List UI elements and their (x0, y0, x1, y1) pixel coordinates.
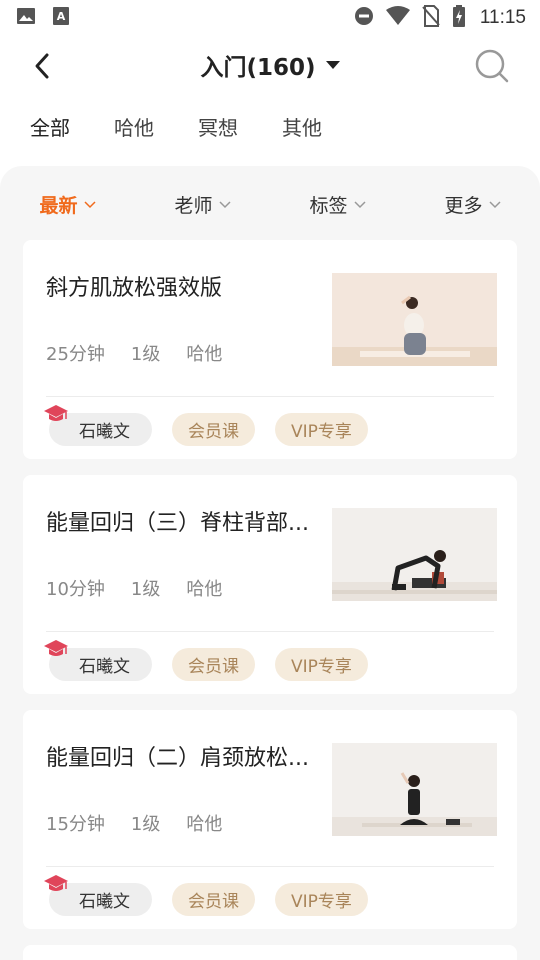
filter-latest[interactable]: 最新 (0, 186, 135, 222)
battery-charging-icon (452, 5, 466, 31)
course-meta: 15分钟 1级 哈他 (46, 810, 222, 836)
teacher-name: 石曦文 (79, 422, 130, 442)
course-duration: 10分钟 (46, 579, 105, 600)
tab-meditation[interactable]: 冥想 (198, 112, 238, 145)
divider (46, 396, 494, 397)
course-title: 斜方肌放松强效版 (46, 276, 223, 301)
tab-other[interactable]: 其他 (282, 112, 322, 145)
course-thumbnail (332, 743, 497, 836)
category-tabs: 全部 哈他 冥想 其他 (30, 112, 366, 145)
course-card-partial[interactable] (23, 945, 517, 960)
member-course-tag: 会员课 (172, 413, 255, 446)
svg-text:A: A (57, 10, 66, 23)
tab-hatha[interactable]: 哈他 (114, 112, 154, 145)
wifi-icon (385, 6, 410, 30)
teacher-name: 石曦文 (79, 892, 130, 912)
caret-down-icon (325, 61, 340, 69)
teacher-tag[interactable]: 石曦文 (44, 875, 152, 916)
course-duration: 15分钟 (46, 814, 105, 835)
course-level: 1级 (130, 344, 161, 365)
do-not-disturb-icon (354, 6, 374, 30)
filter-label: 老师 (174, 194, 213, 217)
filter-teacher[interactable]: 老师 (135, 186, 270, 222)
graduation-cap-icon (44, 405, 68, 421)
course-style: 哈他 (186, 344, 223, 365)
vip-tag: VIP专享 (275, 883, 368, 916)
course-card[interactable]: 能量回归（二）肩颈放松... 15分钟 1级 哈他 石曦文 会员课 VIP专享 (23, 710, 517, 929)
divider (46, 631, 494, 632)
course-list-panel: 最新 老师 标签 更多 斜方肌放松强效版 25分钟 1级 哈他 石曦文 会员课 … (0, 166, 540, 960)
course-card[interactable]: 斜方肌放松强效版 25分钟 1级 哈他 石曦文 会员课 VIP专享 (23, 240, 517, 459)
course-meta: 10分钟 1级 哈他 (46, 575, 222, 601)
chevron-down-icon (353, 201, 366, 209)
clock: 11:15 (479, 7, 526, 28)
graduation-cap-icon (44, 875, 68, 891)
course-style: 哈他 (186, 579, 223, 600)
course-tags: 石曦文 会员课 VIP专享 (44, 640, 368, 681)
filter-tags[interactable]: 标签 (270, 186, 405, 222)
vip-tag: VIP专享 (275, 648, 368, 681)
course-title: 能量回归（三）脊柱背部... (46, 511, 309, 536)
course-thumbnail (332, 273, 497, 366)
vip-tag: VIP专享 (275, 413, 368, 446)
filter-label: 更多 (444, 194, 483, 217)
course-meta: 25分钟 1级 哈他 (46, 340, 222, 366)
course-level: 1级 (130, 814, 161, 835)
chevron-down-icon (488, 201, 501, 209)
course-duration: 25分钟 (46, 344, 105, 365)
title-dropdown[interactable]: 入门(160) (0, 48, 540, 82)
filter-label: 标签 (309, 194, 348, 217)
search-button[interactable] (472, 46, 512, 86)
image-icon (16, 7, 36, 29)
tab-all[interactable]: 全部 (30, 112, 70, 145)
course-level: 1级 (130, 579, 161, 600)
no-sim-icon (422, 5, 440, 31)
course-tags: 石曦文 会员课 VIP专享 (44, 405, 368, 446)
course-title: 能量回归（二）肩颈放松... (46, 746, 309, 771)
status-bar: A 11:15 (0, 0, 540, 36)
course-style: 哈他 (186, 814, 223, 835)
page-title: 入门(160) (200, 55, 316, 81)
chevron-down-icon (83, 201, 96, 209)
member-course-tag: 会员课 (172, 883, 255, 916)
course-tags: 石曦文 会员课 VIP专享 (44, 875, 368, 916)
teacher-tag[interactable]: 石曦文 (44, 405, 152, 446)
filter-bar: 最新 老师 标签 更多 (0, 186, 540, 222)
text-a-icon: A (52, 6, 70, 30)
course-thumbnail (332, 508, 497, 601)
graduation-cap-icon (44, 640, 68, 656)
app-header: 入门(160) (0, 36, 540, 96)
chevron-down-icon (218, 201, 231, 209)
teacher-name: 石曦文 (79, 657, 130, 677)
divider (46, 866, 494, 867)
course-card[interactable]: 能量回归（三）脊柱背部... 10分钟 1级 哈他 石曦文 会员课 VIP专享 (23, 475, 517, 694)
filter-label: 最新 (39, 194, 78, 217)
teacher-tag[interactable]: 石曦文 (44, 640, 152, 681)
member-course-tag: 会员课 (172, 648, 255, 681)
filter-more[interactable]: 更多 (405, 186, 540, 222)
search-icon (475, 49, 509, 83)
